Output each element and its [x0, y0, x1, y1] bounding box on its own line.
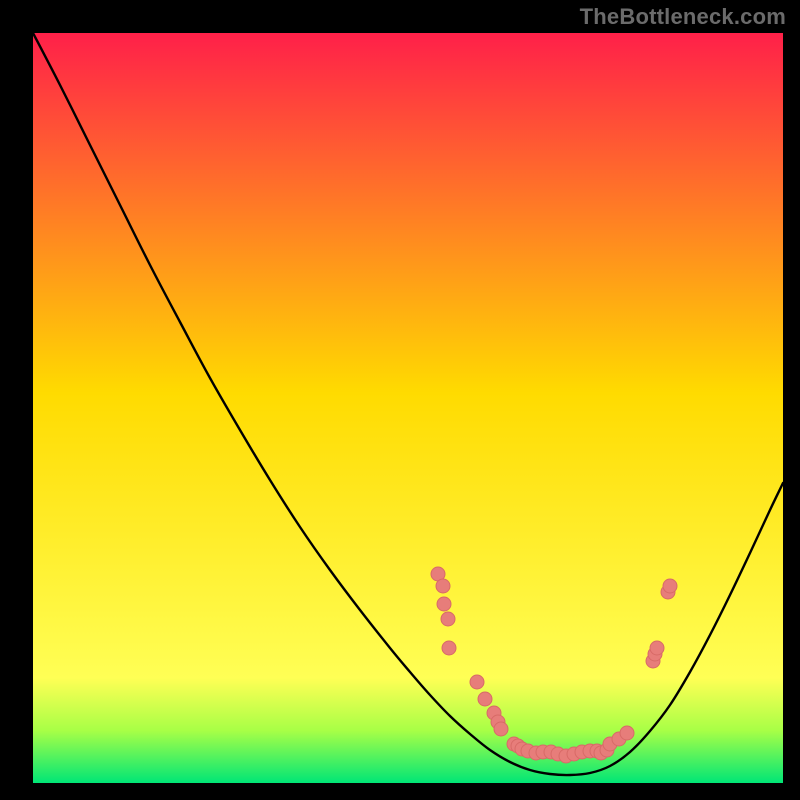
chart-marker	[478, 692, 492, 706]
chart-marker	[494, 722, 508, 736]
watermark-text: TheBottleneck.com	[580, 4, 786, 30]
chart-marker	[437, 597, 451, 611]
chart-marker	[663, 579, 677, 593]
chart-marker	[620, 726, 634, 740]
chart-marker	[442, 641, 456, 655]
bottleneck-curve-chart	[0, 0, 800, 800]
chart-marker	[436, 579, 450, 593]
chart-container: TheBottleneck.com	[0, 0, 800, 800]
chart-marker	[650, 641, 664, 655]
chart-marker	[470, 675, 484, 689]
chart-marker	[441, 612, 455, 626]
